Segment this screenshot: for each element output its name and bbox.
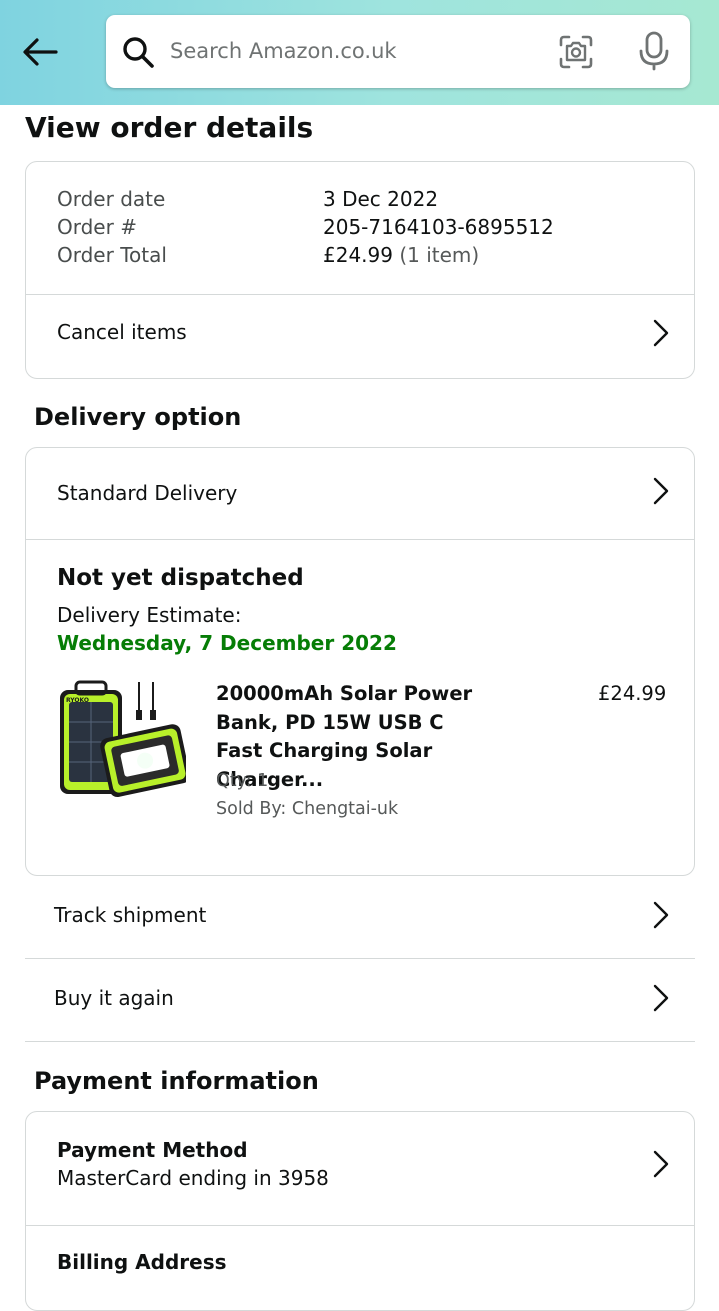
delivery-option-label: Standard Delivery (57, 481, 238, 505)
product-quantity: Qty: 1 (216, 771, 269, 791)
delivery-estimate-date: Wednesday, 7 December 2022 (57, 631, 397, 655)
cancel-items-link[interactable]: Cancel items (26, 295, 694, 379)
chevron-right-icon (653, 984, 669, 1012)
delivery-estimate-label: Delivery Estimate: (57, 603, 242, 627)
camera-icon[interactable] (558, 34, 594, 70)
search-input[interactable] (170, 31, 540, 71)
divider (26, 539, 694, 540)
payment-method-value: MasterCard ending in 3958 (57, 1166, 329, 1190)
product-image[interactable]: RYOKO (56, 680, 186, 804)
order-total-value: £24.99 (323, 243, 393, 267)
payment-method-title: Payment Method (57, 1138, 248, 1162)
search-bar[interactable] (106, 15, 690, 88)
order-total-label: Order Total (57, 243, 167, 267)
search-icon (123, 37, 154, 68)
buy-it-again-link[interactable]: Buy it again (25, 960, 695, 1042)
track-shipment-label: Track shipment (54, 903, 207, 927)
order-date-label: Order date (57, 187, 166, 211)
track-shipment-link[interactable]: Track shipment (25, 877, 695, 959)
order-number-label: Order # (57, 215, 137, 239)
payment-card: Payment Method MasterCard ending in 3958… (25, 1111, 695, 1311)
product-seller: Sold By: Chengtai-uk (216, 799, 399, 819)
back-button[interactable] (18, 30, 62, 74)
divider (26, 1225, 694, 1226)
order-item-count: (1 item) (399, 243, 480, 267)
order-number-value: 205-7164103-6895512 (323, 215, 554, 239)
chevron-right-icon (653, 319, 669, 347)
order-total: £24.99 (1 item) (323, 241, 479, 269)
brand-logo-text: RYOKO (66, 697, 89, 704)
microphone-icon[interactable] (636, 31, 672, 71)
buy-it-again-label: Buy it again (54, 986, 174, 1010)
chevron-right-icon (653, 901, 669, 929)
order-date-value: 3 Dec 2022 (323, 187, 439, 211)
chevron-right-icon (653, 477, 669, 505)
standard-delivery-link[interactable]: Standard Delivery (26, 448, 694, 539)
order-summary-card: Order date 3 Dec 2022 Order # 205-716410… (25, 161, 695, 379)
billing-address-title: Billing Address (57, 1250, 227, 1274)
product-price: £24.99 (598, 682, 667, 705)
page-title: View order details (25, 111, 314, 144)
cancel-items-label: Cancel items (57, 320, 187, 344)
top-header (0, 0, 719, 105)
payment-method-link[interactable]: Payment Method MasterCard ending in 3958 (26, 1112, 694, 1224)
back-arrow-icon (23, 38, 58, 66)
delivery-card: Standard Delivery Not yet dispatched Del… (25, 447, 695, 876)
delivery-section-title: Delivery option (34, 403, 242, 431)
payment-section-title: Payment information (34, 1067, 319, 1095)
dispatch-status: Not yet dispatched (57, 565, 304, 591)
chevron-right-icon (653, 1150, 669, 1178)
